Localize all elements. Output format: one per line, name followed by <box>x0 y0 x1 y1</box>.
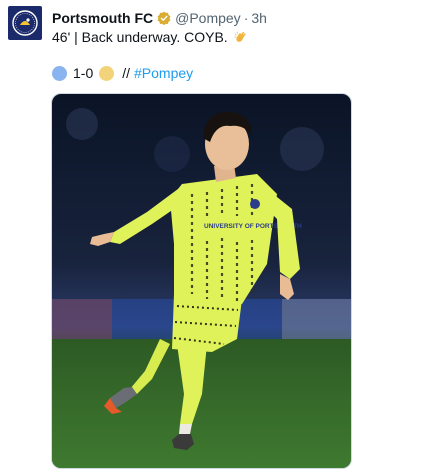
yellow-circle-icon <box>99 65 115 81</box>
clap-hands-icon <box>234 31 246 42</box>
blue-circle-icon <box>52 65 67 81</box>
tweet-media-image[interactable]: UNIVERSITY OF PORTSMOUTH <box>51 93 352 469</box>
hashtag-link[interactable]: #Pompey <box>134 64 193 82</box>
account-handle[interactable]: @Pompey <box>175 10 241 26</box>
score-value: 1-0 <box>73 65 94 81</box>
tweet-text: 46' | Back underway. COYB. <box>52 28 248 46</box>
score-line: 1-0 // #Pompey <box>52 64 193 82</box>
player-photo: UNIVERSITY OF PORTSMOUTH <box>52 94 351 468</box>
account-name[interactable]: Portsmouth FC <box>52 10 153 26</box>
crest-icon <box>12 10 38 36</box>
verified-badge-icon <box>157 11 171 25</box>
header-separator: · <box>243 10 249 26</box>
tweet-text-body: 46' | Back underway. COYB. <box>52 29 228 45</box>
tweet-card[interactable]: Portsmouth FC @Pompey · 3h 46' | Back un… <box>0 0 440 472</box>
score-separator: // <box>122 65 131 81</box>
tweet-header: Portsmouth FC @Pompey · 3h <box>52 8 267 28</box>
portsmouth-crest-avatar[interactable] <box>8 6 42 40</box>
tweet-timestamp[interactable]: 3h <box>251 10 267 26</box>
